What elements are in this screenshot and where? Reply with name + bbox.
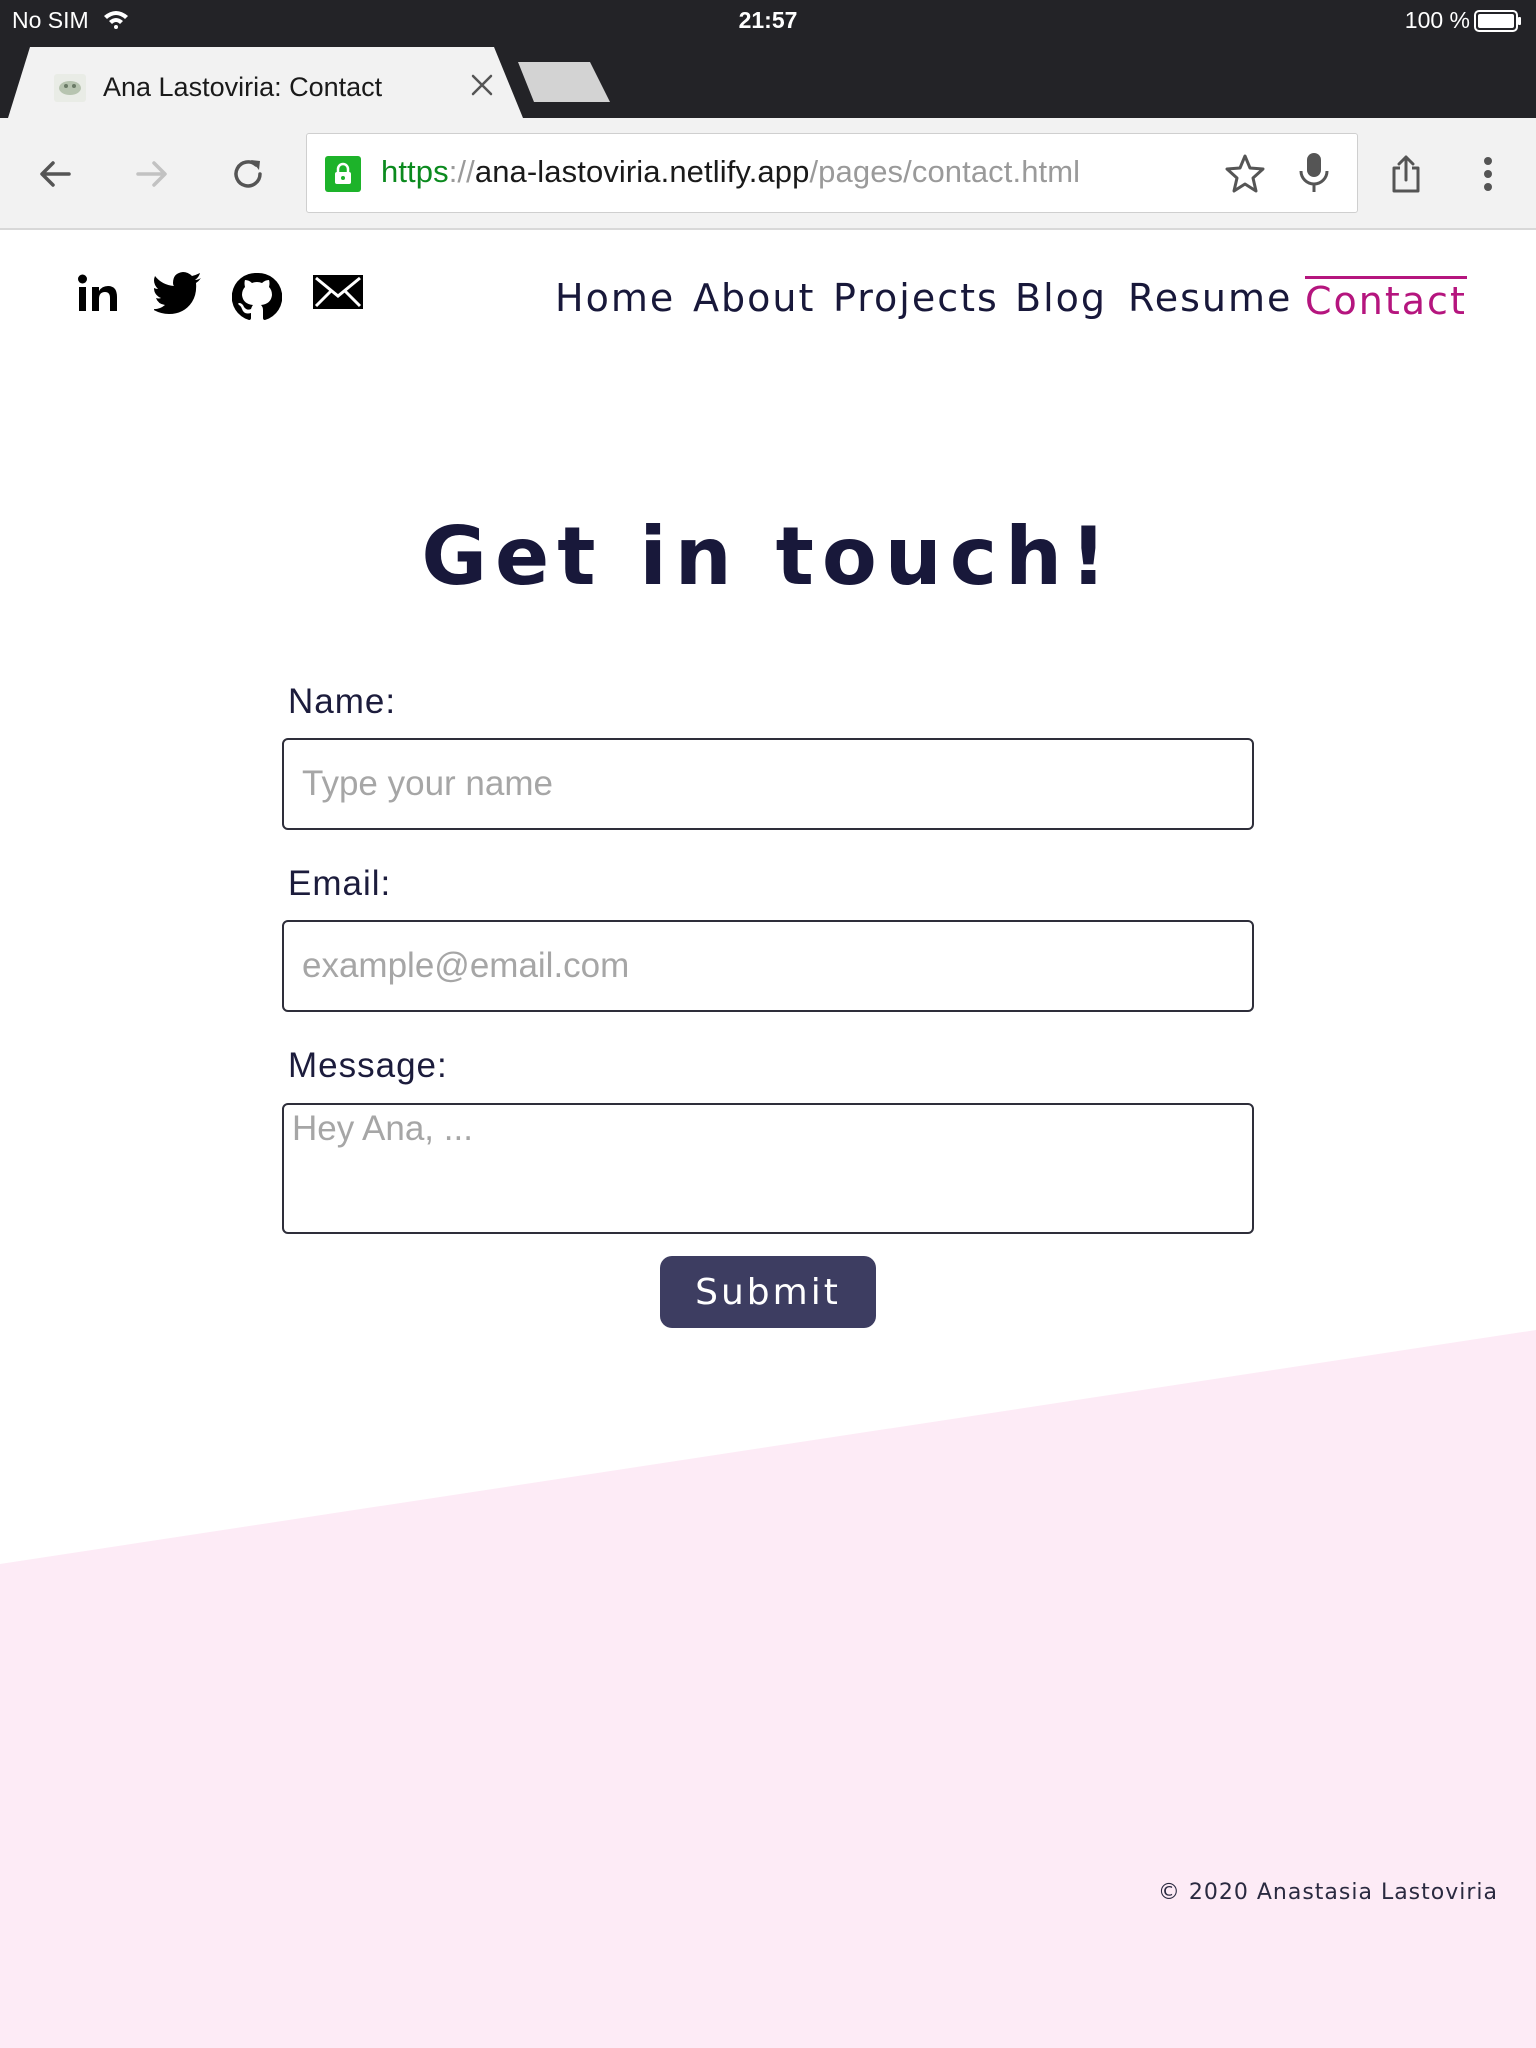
url-host: ana-lastoviria.netlify.app — [474, 154, 810, 189]
mail-icon[interactable] — [312, 272, 364, 317]
tab-strip: Ana Lastoviria: Contact — [0, 40, 1536, 118]
nav-contact[interactable]: Contact — [1305, 276, 1467, 323]
battery-percentage: 100 % — [1404, 7, 1470, 33]
more-vert-icon — [1484, 157, 1492, 191]
submit-button[interactable]: Submit — [660, 1256, 876, 1328]
forward-button[interactable] — [130, 152, 174, 196]
footer-copyright: © 2020 Anastasia Lastoviria — [1157, 1880, 1498, 1905]
back-arrow-icon — [40, 161, 71, 187]
new-tab-button[interactable] — [518, 62, 610, 102]
address-bar[interactable]: https://ana-lastoviria.netlify.app/pages… — [306, 133, 1358, 213]
battery-icon — [1474, 10, 1522, 38]
nav-about[interactable]: About — [693, 276, 815, 320]
email-input[interactable] — [282, 920, 1254, 1012]
favicon-icon — [54, 74, 86, 107]
email-label: Email: — [288, 864, 392, 903]
browser-toolbar: https://ana-lastoviria.netlify.app/pages… — [0, 118, 1536, 230]
nav-resume[interactable]: Resume — [1128, 276, 1292, 320]
lock-icon — [325, 156, 361, 192]
name-input[interactable] — [282, 738, 1254, 830]
share-button[interactable] — [1384, 152, 1428, 196]
nav-blog[interactable]: Blog — [1015, 276, 1107, 320]
browser-tab-active[interactable]: Ana Lastoviria: Contact — [8, 47, 523, 118]
close-tab-icon[interactable] — [470, 73, 494, 102]
status-bar: No SIM 21:57 100 % — [0, 0, 1536, 40]
page-heading: Get in touch! — [421, 510, 1115, 603]
bookmark-star-icon[interactable] — [1225, 153, 1265, 198]
nav-home[interactable]: Home — [555, 276, 675, 320]
url-scheme: https — [381, 154, 449, 189]
message-textarea[interactable] — [282, 1103, 1254, 1234]
tab-title: Ana Lastoviria: Contact — [103, 72, 383, 102]
status-time: 21:57 — [738, 7, 798, 33]
reload-button[interactable] — [226, 152, 270, 196]
url-text: https://ana-lastoviria.netlify.app/pages… — [381, 154, 1080, 190]
nav-projects[interactable]: Projects — [833, 276, 999, 320]
forward-arrow-icon — [136, 161, 167, 187]
message-label: Message: — [288, 1046, 448, 1085]
name-label: Name: — [288, 682, 397, 721]
twitter-icon[interactable] — [152, 272, 202, 321]
reload-icon — [234, 160, 262, 188]
back-button[interactable] — [33, 152, 77, 196]
web-page: Home About Projects Blog Resume Contact … — [0, 230, 1536, 2048]
menu-button[interactable] — [1466, 152, 1510, 196]
microphone-icon[interactable] — [1297, 151, 1331, 200]
url-separator: :// — [448, 154, 475, 189]
share-icon — [1392, 155, 1420, 193]
github-icon[interactable] — [231, 272, 283, 327]
url-path: /pages/contact.html — [809, 154, 1081, 189]
linkedin-icon[interactable] — [76, 272, 120, 321]
